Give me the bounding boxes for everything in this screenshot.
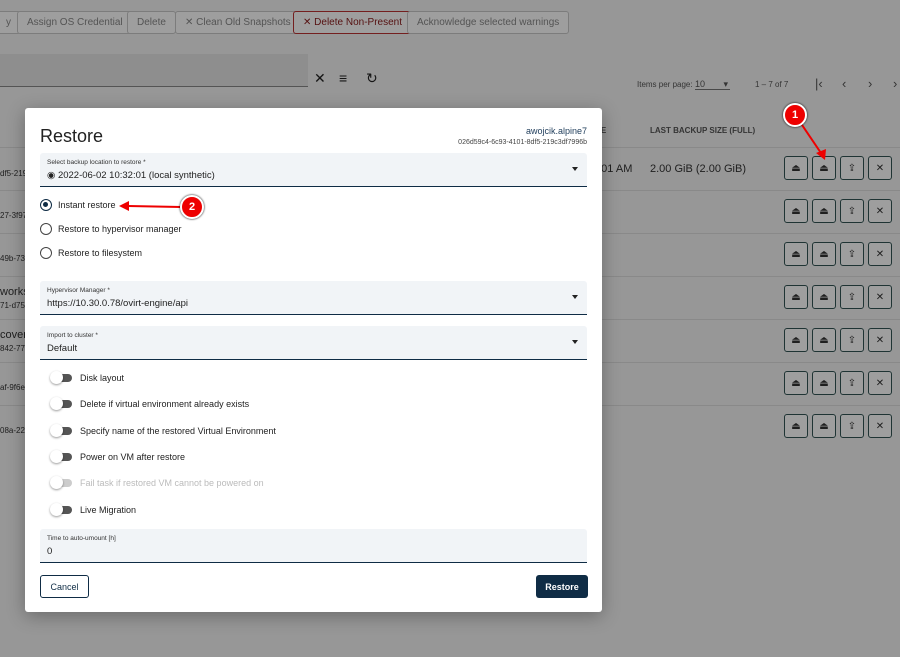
arrow-2 xyxy=(127,205,182,208)
annotation-badge-1: 1 xyxy=(783,103,807,127)
arrow-1 xyxy=(799,121,824,157)
arrowhead-1 xyxy=(816,149,826,160)
arrowhead-2 xyxy=(119,201,129,211)
annotation-badge-2: 2 xyxy=(180,195,204,219)
annotation-arrows xyxy=(119,121,826,211)
